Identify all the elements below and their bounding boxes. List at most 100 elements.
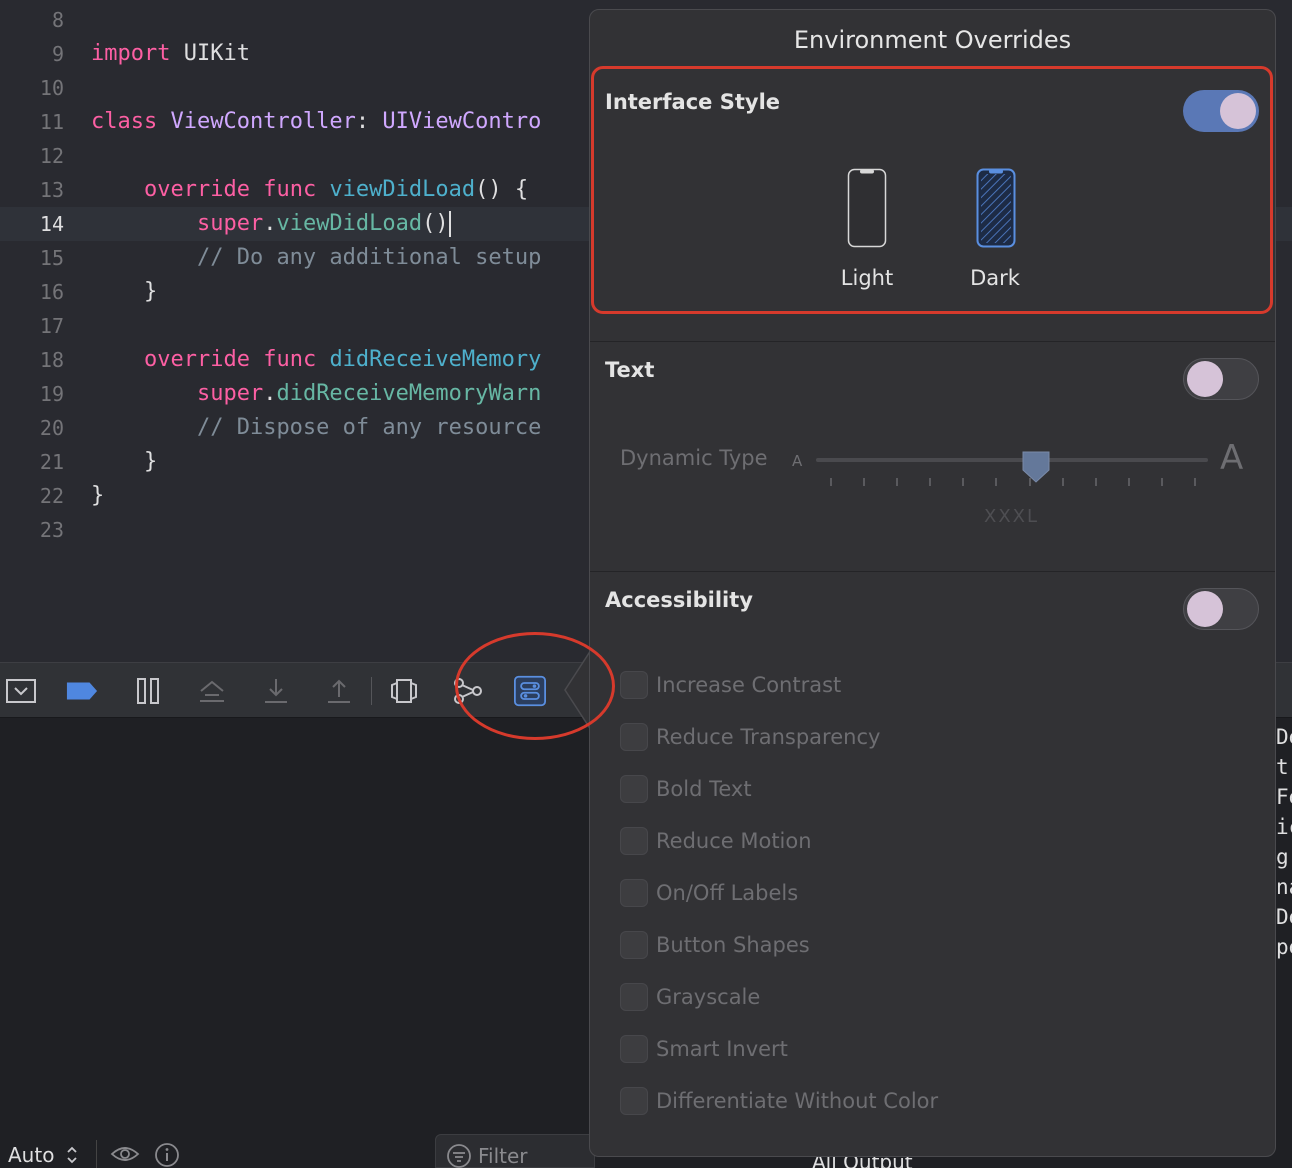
code-line[interactable]: 22} xyxy=(0,479,600,513)
line-number: 21 xyxy=(39,450,64,474)
accessibility-option[interactable]: Reduce Transparency xyxy=(620,721,880,753)
code-token: super xyxy=(196,381,264,406)
code-line[interactable]: 14 super.viewDidLoad() xyxy=(0,207,600,241)
code-token: override xyxy=(143,177,250,202)
step-into-icon[interactable] xyxy=(260,675,292,707)
code-token: () { xyxy=(475,177,529,202)
text-caret xyxy=(448,211,451,237)
slider-tick xyxy=(896,478,899,486)
accessibility-checkbox[interactable] xyxy=(620,931,648,959)
line-number: 17 xyxy=(39,314,64,338)
code-token: didReceiveMemory xyxy=(329,347,542,372)
code-line[interactable]: 13 override func viewDidLoad() { xyxy=(0,173,600,207)
section-divider xyxy=(590,571,1275,572)
code-token: UIViewContro xyxy=(382,109,542,134)
code-line[interactable]: 17 xyxy=(0,309,600,343)
accessibility-option-label: Reduce Transparency xyxy=(656,725,881,749)
line-number: 10 xyxy=(39,76,64,100)
line-number: 16 xyxy=(39,280,64,304)
toolbar-separator xyxy=(371,677,372,705)
console-output-line: De xyxy=(1276,725,1292,749)
code-token: // Do any additional setup xyxy=(196,245,542,270)
dynamic-type-slider-thumb[interactable] xyxy=(1021,450,1051,484)
accessibility-checkbox[interactable] xyxy=(620,723,648,751)
accessibility-checkbox[interactable] xyxy=(620,983,648,1011)
code-text: super.didReceiveMemoryWarn xyxy=(91,377,541,411)
filter-placeholder: Filter xyxy=(478,1144,528,1168)
pause-icon[interactable] xyxy=(132,675,164,707)
accessibility-section-title: Accessibility xyxy=(605,588,753,612)
code-line[interactable]: 11 class ViewController: UIViewContro xyxy=(0,105,600,139)
accessibility-option-label: Reduce Motion xyxy=(656,829,812,853)
console-output-fragments: De t Fe ic g na De pe xyxy=(1276,718,1292,978)
accessibility-option[interactable]: Reduce Motion xyxy=(620,825,812,857)
accessibility-option-label: Differentiate Without Color xyxy=(656,1089,939,1113)
filter-icon xyxy=(446,1143,472,1168)
code-text: // Do any additional setup xyxy=(91,241,541,275)
accessibility-option[interactable]: Bold Text xyxy=(620,773,752,805)
accessibility-option[interactable]: Button Shapes xyxy=(620,929,810,961)
code-line[interactable]: 19 super.didReceiveMemoryWarn xyxy=(0,377,600,411)
code-line[interactable]: 10 xyxy=(0,71,600,105)
code-line[interactable]: 12 xyxy=(0,139,600,173)
text-section-title: Text xyxy=(605,358,655,382)
accessibility-option-label: Increase Contrast xyxy=(656,673,842,697)
slider-tick xyxy=(1160,478,1163,486)
console-output-line: na xyxy=(1276,875,1292,899)
console-output-line: Fe xyxy=(1276,785,1292,809)
accessibility-option[interactable]: Grayscale xyxy=(620,981,760,1013)
accessibility-option[interactable]: Differentiate Without Color xyxy=(620,1085,938,1117)
filter-field[interactable]: Filter xyxy=(435,1134,595,1168)
code-line[interactable]: 9 import UIKit xyxy=(0,37,600,71)
accessibility-toggle[interactable] xyxy=(1183,588,1259,630)
code-token: } xyxy=(91,483,105,508)
accessibility-option[interactable]: Smart Invert xyxy=(620,1033,788,1065)
code-line[interactable]: 16 } xyxy=(0,275,600,309)
code-line[interactable]: 18 override func didReceiveMemory xyxy=(0,343,600,377)
code-line[interactable]: 20 // Dispose of any resource xyxy=(0,411,600,445)
slider-tick xyxy=(1094,478,1097,486)
accessibility-option[interactable]: On/Off Labels xyxy=(620,877,798,909)
accessibility-option-label: On/Off Labels xyxy=(656,881,799,905)
view-hierarchy-icon[interactable] xyxy=(388,675,420,707)
line-number: 8 xyxy=(51,8,64,32)
accessibility-checkbox[interactable] xyxy=(620,1035,648,1063)
scope-selector[interactable]: Auto xyxy=(8,1143,54,1167)
hide-debug-area-icon[interactable] xyxy=(5,675,37,707)
text-toggle[interactable] xyxy=(1183,358,1259,400)
dynamic-type-slider-track[interactable] xyxy=(816,458,1208,462)
dynamic-type-label: Dynamic Type xyxy=(620,446,768,470)
code-token: class xyxy=(91,109,158,134)
accessibility-checkbox[interactable] xyxy=(620,775,648,803)
info-icon[interactable] xyxy=(154,1142,180,1168)
slider-tick xyxy=(830,478,832,486)
step-out-icon[interactable] xyxy=(323,675,355,707)
code-token: viewDidLoad xyxy=(329,177,476,202)
accessibility-option[interactable]: Increase Contrast xyxy=(620,669,841,701)
accessibility-checkbox[interactable] xyxy=(620,879,648,907)
code-line[interactable]: 15 // Do any additional setup xyxy=(0,241,600,275)
code-line[interactable]: 8 xyxy=(0,3,600,37)
code-line[interactable]: 23 xyxy=(0,513,600,547)
breakpoints-icon[interactable] xyxy=(66,675,98,707)
code-line[interactable]: 21 } xyxy=(0,445,600,479)
code-token: override xyxy=(143,347,250,372)
chevron-updown-icon[interactable] xyxy=(66,1144,78,1168)
accessibility-checkbox[interactable] xyxy=(620,1087,648,1115)
console-output-line: t xyxy=(1276,755,1289,779)
line-number: 23 xyxy=(39,518,64,542)
accessibility-checkbox[interactable] xyxy=(620,827,648,855)
step-over-icon[interactable] xyxy=(196,675,228,707)
code-token: } xyxy=(91,279,158,304)
eye-icon[interactable] xyxy=(110,1144,140,1168)
accessibility-checkbox[interactable] xyxy=(620,671,648,699)
code-text: override func didReceiveMemory xyxy=(91,343,541,377)
slider-tick xyxy=(1028,478,1031,486)
